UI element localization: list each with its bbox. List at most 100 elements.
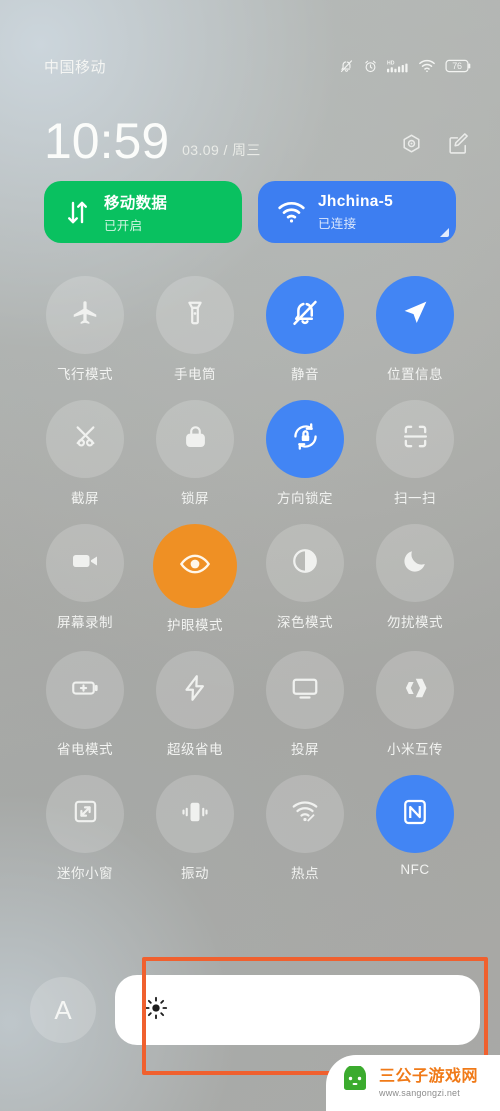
- toggle-screenshot[interactable]: 截屏: [30, 400, 140, 507]
- contrast-icon: [290, 546, 320, 581]
- toggle-label: 方向锁定: [277, 491, 333, 506]
- toggle-label: 迷你小窗: [57, 866, 113, 881]
- watermark-url: www.sangongzi.net: [379, 1087, 460, 1098]
- toggle-airplane-mode[interactable]: 飞行模式: [30, 276, 140, 383]
- brightness-row: A: [30, 975, 480, 1045]
- toggle-mute[interactable]: 静音: [250, 276, 360, 383]
- nfc-icon: [400, 797, 430, 832]
- mobile-data-card[interactable]: 移动数据 已开启: [44, 181, 242, 243]
- mobile-data-status: 已开启: [104, 218, 143, 233]
- toggle-bubble[interactable]: [156, 651, 234, 729]
- toggle-do-not-disturb[interactable]: 勿扰模式: [360, 524, 470, 634]
- mini-window-icon: [71, 797, 100, 831]
- flashlight-icon: [181, 299, 209, 332]
- toggle-bubble[interactable]: [153, 524, 237, 608]
- wifi-card[interactable]: Jhchina-5 已连接: [258, 181, 456, 243]
- toggle-bubble[interactable]: [376, 276, 454, 354]
- toggle-label: 投屏: [291, 742, 319, 757]
- wifi-status: 已连接: [318, 216, 357, 231]
- toggle-label: 截屏: [71, 491, 99, 506]
- screenshot-icon: [71, 422, 100, 456]
- toggle-dark-mode[interactable]: 深色模式: [250, 524, 360, 634]
- toggle-label: 静音: [291, 367, 319, 382]
- toggle-label: 勿扰模式: [387, 615, 443, 630]
- wifi-icon: [418, 59, 436, 73]
- toggle-label: 护眼模式: [167, 618, 223, 633]
- wifi-icon: [272, 201, 310, 224]
- toggle-bubble[interactable]: [46, 400, 124, 478]
- toggle-mini-window[interactable]: 迷你小窗: [30, 775, 140, 882]
- toggle-bubble[interactable]: [156, 400, 234, 478]
- clock-time: 10:59: [44, 113, 170, 169]
- toggle-bubble[interactable]: [376, 524, 454, 602]
- toggle-rotation-lock[interactable]: 方向锁定: [250, 400, 360, 507]
- clock-date: 03.09 / 周三: [182, 142, 261, 158]
- toggle-flashlight[interactable]: 手电筒: [140, 276, 250, 383]
- airplane-icon: [70, 298, 100, 333]
- expand-corner-icon[interactable]: [440, 228, 449, 237]
- toggle-label: 位置信息: [387, 367, 443, 382]
- toggle-label: 省电模式: [57, 742, 113, 757]
- toggle-screen-record[interactable]: 屏幕录制: [30, 524, 140, 634]
- toggle-label: NFC: [400, 862, 430, 877]
- video-camera-icon: [70, 546, 100, 581]
- toggle-bubble[interactable]: [156, 775, 234, 853]
- vibrate-icon: [180, 797, 210, 832]
- toggle-nfc[interactable]: NFC: [360, 775, 470, 882]
- status-bar: 中国移动 HD 76: [0, 52, 500, 80]
- toggle-mi-share[interactable]: 小米互传: [360, 651, 470, 758]
- svg-text:HD: HD: [387, 60, 395, 66]
- toggle-label: 飞行模式: [57, 367, 113, 382]
- toggle-bubble[interactable]: [46, 276, 124, 354]
- alarm-clock-icon: [363, 59, 378, 74]
- hd-signal-icon: HD: [387, 59, 409, 74]
- toggle-cast[interactable]: 投屏: [250, 651, 360, 758]
- watermark: 三公子游戏网 www.sangongzi.net: [326, 1055, 500, 1111]
- battery-icon: 76: [445, 59, 472, 73]
- scan-icon: [401, 422, 430, 456]
- toggle-bubble[interactable]: [266, 775, 344, 853]
- bell-off-icon: [290, 298, 320, 333]
- toggle-vibrate[interactable]: 振动: [140, 775, 250, 882]
- toggle-bubble[interactable]: [266, 276, 344, 354]
- carrier-label: 中国移动: [44, 58, 107, 76]
- toggle-scan[interactable]: 扫一扫: [360, 400, 470, 507]
- toggle-bubble[interactable]: [266, 524, 344, 602]
- toggle-lock-screen[interactable]: 锁屏: [140, 400, 250, 507]
- toggle-bubble[interactable]: [46, 775, 124, 853]
- toggle-bubble[interactable]: [376, 775, 454, 853]
- toggle-bubble[interactable]: [46, 524, 124, 602]
- edit-icon[interactable]: [447, 133, 470, 161]
- battery-level-label: 76: [452, 61, 462, 71]
- toggle-label: 屏幕录制: [57, 615, 113, 630]
- android-mascot-icon: [338, 1064, 372, 1101]
- toggle-battery-saver[interactable]: 省电模式: [30, 651, 140, 758]
- watermark-title: 三公子游戏网: [379, 1067, 479, 1085]
- toggle-bubble[interactable]: [376, 651, 454, 729]
- toggle-bubble[interactable]: [156, 276, 234, 354]
- toggle-bubble[interactable]: [266, 651, 344, 729]
- wifi-ssid: Jhchina-5: [318, 192, 394, 210]
- toggle-ultra-battery-saver[interactable]: 超级省电: [140, 651, 250, 758]
- quick-settings-grid: 飞行模式 手电筒 静音 位置信息 截屏 锁屏 方向锁定 扫一扫 屏幕录制 护眼模…: [30, 276, 470, 882]
- toggle-label: 超级省电: [167, 742, 223, 757]
- toggle-label: 扫一扫: [394, 491, 436, 506]
- toggle-label: 深色模式: [277, 615, 333, 630]
- auto-brightness-button[interactable]: A: [30, 977, 96, 1043]
- toggle-label: 手电筒: [174, 367, 216, 382]
- toggle-bubble[interactable]: [376, 400, 454, 478]
- toggle-hotspot[interactable]: 热点: [250, 775, 360, 882]
- lock-icon: [182, 423, 209, 455]
- toggle-location[interactable]: 位置信息: [360, 276, 470, 383]
- bell-off-icon: [339, 59, 354, 74]
- toggle-bubble[interactable]: [46, 651, 124, 729]
- toggle-bubble[interactable]: [266, 400, 344, 478]
- brightness-slider[interactable]: [115, 975, 480, 1045]
- toggle-label: 锁屏: [181, 491, 209, 506]
- moon-icon: [401, 547, 429, 580]
- gear-icon[interactable]: [400, 133, 423, 161]
- rotation-lock-icon: [290, 421, 321, 457]
- toggle-eye-comfort[interactable]: 护眼模式: [140, 524, 250, 634]
- connectivity-cards: 移动数据 已开启 Jhchina-5 已连接: [44, 181, 456, 243]
- mi-share-icon: [400, 673, 430, 708]
